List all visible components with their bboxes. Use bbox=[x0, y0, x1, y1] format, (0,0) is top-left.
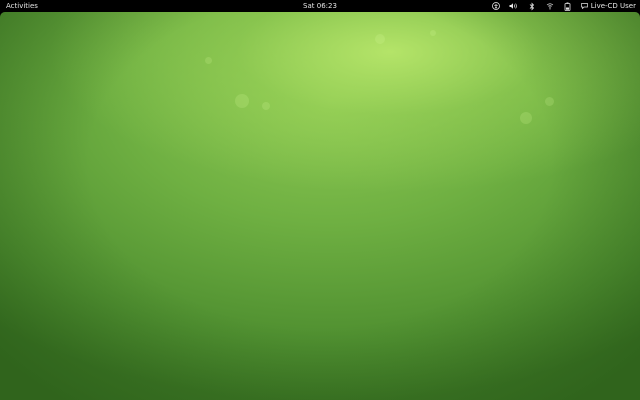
volume-icon[interactable] bbox=[509, 0, 519, 12]
user-name-label: Live-CD User bbox=[590, 2, 636, 10]
system-tray: Live-CD User bbox=[483, 0, 636, 12]
wallpaper-vignette bbox=[0, 12, 640, 400]
accessibility-icon[interactable] bbox=[491, 0, 501, 12]
battery-icon[interactable] bbox=[563, 0, 573, 12]
wallpaper-bokeh bbox=[545, 97, 554, 106]
wallpaper-bokeh bbox=[235, 94, 249, 108]
wallpaper-bokeh bbox=[430, 30, 436, 36]
bluetooth-icon[interactable] bbox=[527, 0, 537, 12]
clock-button[interactable]: Sat 06:23 bbox=[285, 0, 355, 12]
wifi-icon[interactable] bbox=[545, 0, 555, 12]
wallpaper-bokeh bbox=[520, 112, 532, 124]
desktop-wallpaper[interactable] bbox=[0, 12, 640, 400]
wallpaper-bokeh bbox=[375, 34, 385, 44]
activities-button[interactable]: Activities bbox=[6, 0, 38, 12]
user-menu-button[interactable]: Live-CD User bbox=[580, 0, 636, 12]
wallpaper-bokeh bbox=[262, 102, 270, 110]
wallpaper-bokeh bbox=[205, 57, 212, 64]
chat-icon bbox=[580, 3, 588, 9]
top-panel: Activities Sat 06:23 Live-CD User bbox=[0, 0, 640, 12]
